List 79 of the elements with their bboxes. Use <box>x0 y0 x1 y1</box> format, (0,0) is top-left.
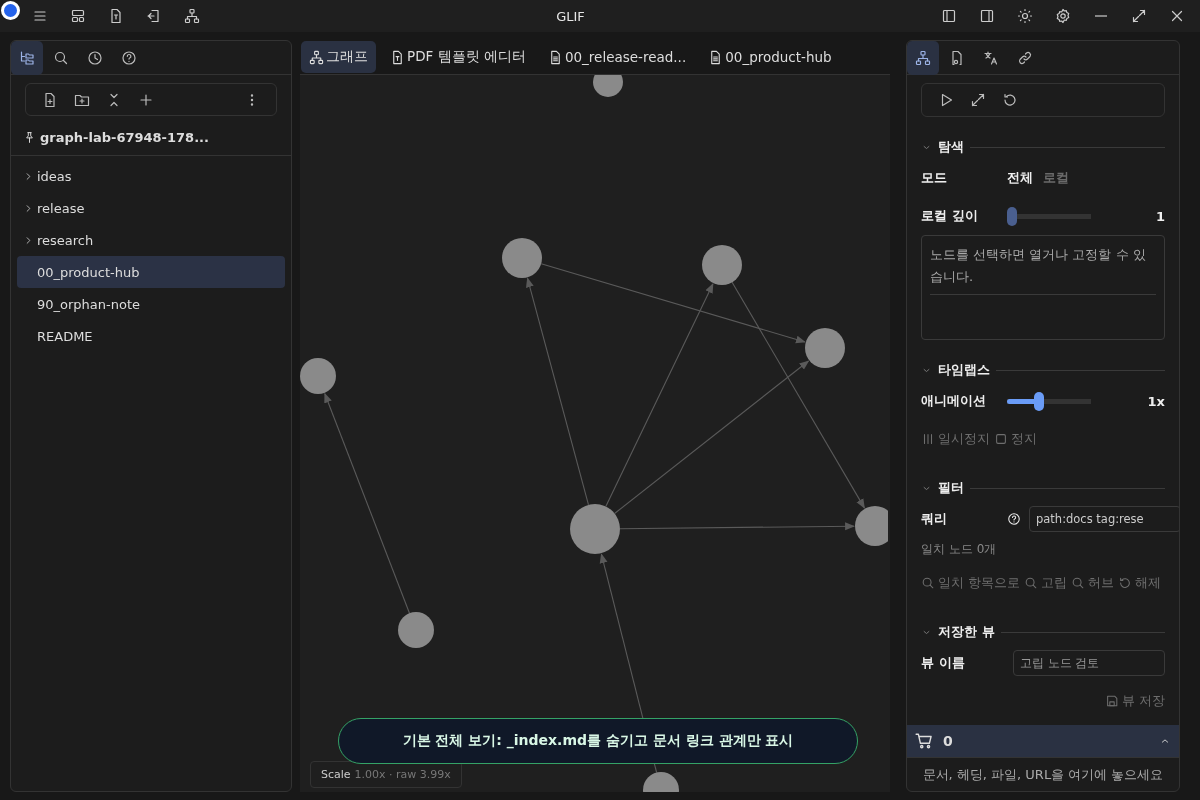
help-icon <box>121 50 137 66</box>
drop-hint: 문서, 헤딩, 파일, URL을 여기에 놓으세요 <box>907 757 1179 791</box>
pause-icon <box>921 432 935 446</box>
field-label: 애니메이션 <box>921 392 987 410</box>
sun-icon <box>1017 8 1033 24</box>
slider-value: 1 <box>1155 208 1165 224</box>
graph-node[interactable] <box>643 772 679 792</box>
reset-icon <box>1002 92 1018 108</box>
save-icon <box>1104 694 1119 708</box>
editor-tab[interactable]: PDF 템플릿 에디터 <box>382 41 534 73</box>
hierarchy-icon <box>309 49 324 65</box>
document-icon <box>390 49 405 65</box>
scale-indicator: Scale 1.00x · raw 3.99x <box>310 761 462 788</box>
help-icon[interactable] <box>1007 512 1021 526</box>
section-title: 필터 <box>938 479 964 497</box>
file-icon <box>949 50 965 66</box>
editor-tab[interactable]: 00_product-hub <box>700 41 840 73</box>
right-sidebar-icon <box>979 8 995 24</box>
search-icon <box>1024 576 1039 590</box>
pin-icon <box>23 131 36 144</box>
cart-bar[interactable]: 0 <box>907 725 1179 757</box>
window-title: GLIF <box>556 8 585 24</box>
graph-node[interactable] <box>855 506 888 546</box>
expand-icon <box>1131 8 1147 24</box>
reset-icon <box>1118 576 1133 590</box>
translate-icon <box>983 50 999 66</box>
graph-node[interactable] <box>570 504 620 554</box>
graph-node[interactable] <box>398 612 434 648</box>
section-title: 타임랩스 <box>938 361 990 379</box>
vault-name: graph-lab-67948-178... <box>40 130 209 145</box>
hierarchy-icon <box>915 50 931 66</box>
graph-node[interactable] <box>300 358 336 394</box>
search-icon <box>53 50 69 66</box>
field-label: 뷰 이름 <box>921 654 966 672</box>
view-name-field[interactable]: 고립 노드 검토 <box>1013 650 1165 676</box>
slider-value: 1x <box>1147 393 1165 409</box>
tree-item[interactable]: README <box>17 320 285 352</box>
query-field[interactable]: path:docs tag:rese <box>1029 506 1179 532</box>
expand-icon <box>970 92 986 108</box>
indicator-dot <box>1 1 20 20</box>
link-icon <box>1017 50 1033 66</box>
graph-node[interactable] <box>502 238 542 278</box>
tree-item[interactable]: research <box>17 224 285 256</box>
toast-message: 기본 전체 보기: _index.md를 숨기고 문서 링크 관계만 표시 <box>338 718 858 764</box>
tree-item[interactable]: ideas <box>17 160 285 192</box>
tree-item[interactable]: 90_orphan-note <box>17 288 285 320</box>
graph-node[interactable] <box>593 75 623 97</box>
panel-tab[interactable] <box>907 41 939 75</box>
minimize-icon <box>1094 15 1108 17</box>
close-icon <box>1169 8 1185 24</box>
graph-node[interactable] <box>702 245 742 285</box>
field-label: 쿼리 <box>921 510 948 528</box>
document-icon <box>108 8 124 24</box>
section-title: 탐색 <box>938 138 964 156</box>
panel-tab[interactable] <box>11 41 43 75</box>
hierarchy-icon <box>184 8 200 24</box>
editor-tab[interactable]: 그래프 <box>301 41 376 73</box>
import-icon <box>146 8 162 24</box>
settings-icon <box>1055 8 1071 24</box>
menu-icon <box>32 8 48 24</box>
field-label: 모드 <box>921 169 948 187</box>
clock-icon <box>87 50 103 66</box>
match-count: 일치 노드 0개 <box>921 540 998 558</box>
mode-option[interactable]: 전체 <box>1007 169 1033 187</box>
stop-icon <box>994 432 1008 446</box>
hint-text: 노드를 선택하면 열거나 고정할 수 있습니다. <box>930 246 1147 286</box>
left-sidebar-icon <box>941 8 957 24</box>
cart-icon <box>915 732 933 750</box>
folder-tree-icon <box>19 50 35 66</box>
search-icon <box>1071 576 1086 590</box>
tree-item[interactable]: release <box>17 192 285 224</box>
search-icon <box>921 576 935 590</box>
new-file-icon <box>42 91 58 108</box>
layout-icon <box>70 8 86 24</box>
section-title: 저장한 뷰 <box>938 623 995 641</box>
field-label: 로컬 깊이 <box>921 207 979 225</box>
graph-node[interactable] <box>805 328 845 368</box>
tree-item[interactable]: 00_product-hub <box>17 256 285 288</box>
editor-tab[interactable]: 00_release-read... <box>539 41 695 73</box>
